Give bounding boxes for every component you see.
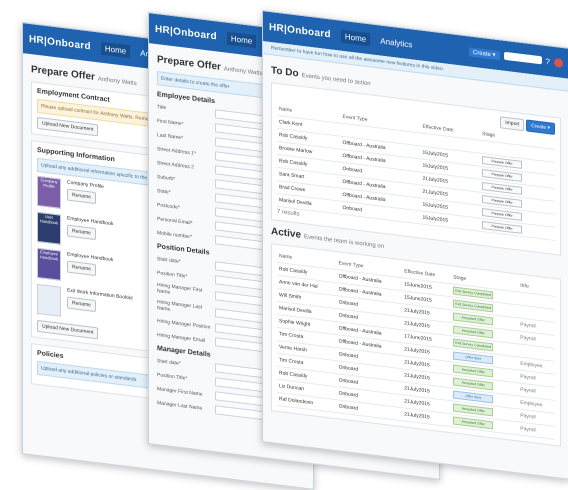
help-icon[interactable]: ? [546, 56, 550, 66]
stage-badge: Accepted Offer [453, 416, 494, 430]
create-dropdown[interactable]: Create ▾ [468, 46, 500, 60]
rename-button[interactable]: Rename [67, 296, 96, 313]
brand-logo[interactable]: HR|Onboard [155, 23, 217, 42]
document-thumbnail: Company Profile [37, 175, 61, 209]
todo-panel: Import Create ▾ Name Event Type Effective … [271, 82, 561, 256]
document-thumbnail: User Handbook [37, 211, 61, 245]
document-thumbnail [37, 283, 61, 317]
nav-home[interactable]: Home [226, 31, 257, 48]
active-subtitle: Events the team is working on [304, 234, 385, 250]
document-thumbnail: Employee Handbook [37, 247, 61, 281]
field-label: First Name* [157, 117, 184, 127]
field-label: Personal Email* [157, 215, 193, 226]
stage-button[interactable]: Prepare Offer [482, 221, 523, 234]
active-table: Name Event Type Effective Date Stage Info Ro… [277, 249, 555, 440]
brand-logo[interactable]: HR|Onboard [269, 21, 331, 40]
upload-document-button[interactable]: Upload New Document [37, 319, 99, 340]
field-label: Street Address 2 [157, 159, 194, 171]
rename-button[interactable]: Rename [67, 224, 96, 241]
field-label: Last Name* [157, 131, 184, 141]
field-label: Position Title* [157, 371, 188, 382]
field-label: Start date* [157, 357, 181, 367]
field-label: Postcode* [157, 201, 180, 211]
field-label: Hiring Manager Position [157, 317, 211, 331]
active-panel: Name Event Type Effective Date Stage Info Ro… [271, 243, 561, 447]
field-label: Hiring Manager Email [157, 331, 206, 344]
nav-analytics[interactable]: Analytics [376, 34, 416, 52]
field-label: Mobile number* [157, 229, 193, 240]
dashboard-window: HR|Onboard Home Analytics Create ▾ ? Rem… [262, 10, 568, 480]
field-label: Suburb* [157, 173, 176, 182]
rename-button[interactable]: Rename [67, 188, 96, 205]
todo-subtitle: Events you need to action [301, 72, 371, 88]
field-label: Manager Last Name [157, 399, 203, 412]
brand-logo[interactable]: HR|Onboard [29, 33, 91, 52]
avatar[interactable] [554, 57, 563, 68]
upload-document-button[interactable]: Upload New Document [37, 116, 99, 137]
create-button[interactable]: Create ▾ [526, 119, 555, 135]
field-label: Street Address 1* [157, 145, 196, 157]
nav-home[interactable]: Home [100, 41, 131, 58]
field-label: Hiring Manager First Name [157, 282, 203, 296]
field-label: Manager First Name [157, 385, 203, 398]
person-name: Anthony Watts [97, 76, 137, 88]
nav-home[interactable]: Home [340, 29, 371, 46]
rename-button[interactable]: Rename [67, 260, 96, 277]
field-label: Title [157, 103, 167, 111]
field-label: State* [157, 187, 171, 196]
field-label: Position Title* [157, 269, 188, 280]
search-input[interactable] [503, 51, 542, 65]
field-label: Hiring Manager Last Name [157, 299, 203, 313]
field-label: Start date* [157, 255, 181, 265]
person-name: Anthony Watts [223, 66, 263, 78]
import-button[interactable]: Import [500, 116, 525, 132]
